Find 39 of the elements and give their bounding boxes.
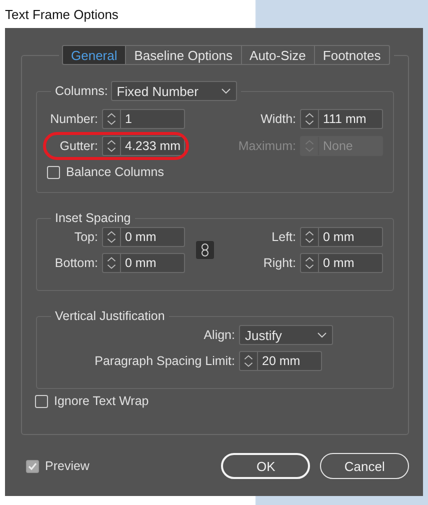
field-label: Right:: [262, 256, 297, 270]
chain-link-icon: [201, 243, 209, 257]
chevron-down-icon: [317, 332, 327, 338]
spinner-field[interactable]: 0 mm: [102, 227, 185, 247]
spinner-field[interactable]: 0 mm: [102, 253, 185, 273]
columns-label: Columns:: [55, 84, 108, 98]
tab[interactable]: Baseline Options: [125, 45, 242, 65]
spinner-field[interactable]: 20 mm: [239, 351, 322, 371]
spinner-field[interactable]: 1: [102, 109, 185, 129]
group-title: Inset Spacing: [55, 211, 131, 225]
chevron-down-icon: [220, 88, 231, 94]
spinner-field[interactable]: 0 mm: [300, 253, 383, 273]
field-label: Gutter:: [58, 139, 99, 153]
field-label: Width:: [260, 112, 297, 126]
tab[interactable]: Footnotes: [314, 45, 390, 65]
columns-dropdown[interactable]: Fixed Number: [110, 81, 237, 101]
align-dropdown[interactable]: Justify: [239, 325, 333, 345]
checkbox-label: Preview: [45, 459, 90, 473]
chain-link-button[interactable]: [196, 241, 214, 259]
group-title: Vertical Justification: [55, 309, 165, 323]
tab[interactable]: General: [62, 45, 126, 65]
field-label: Left:: [270, 230, 297, 244]
checkbox[interactable]: [35, 394, 48, 408]
checkbox[interactable]: [47, 166, 60, 178]
cancel-button[interactable]: Cancel: [320, 453, 409, 479]
checkbox-label: Balance Columns: [66, 165, 164, 179]
window-title: Text Frame Options: [5, 6, 118, 22]
field-label: Top:: [73, 230, 99, 244]
spinner-field[interactable]: 4.233 mm: [102, 136, 185, 156]
checkbox-label: Ignore Text Wrap: [54, 394, 149, 408]
field-label: Paragraph Spacing Limit:: [94, 354, 236, 368]
field-label: Align:: [202, 328, 236, 342]
field-label: Bottom:: [54, 256, 99, 270]
tab[interactable]: Auto-Size: [240, 45, 315, 65]
spinner-field[interactable]: 111 mm: [300, 109, 383, 129]
field-label: Number:: [49, 112, 99, 126]
ok-button[interactable]: OK: [221, 453, 310, 479]
checkbox[interactable]: [26, 460, 39, 472]
spinner-field[interactable]: 0 mm: [300, 227, 383, 247]
